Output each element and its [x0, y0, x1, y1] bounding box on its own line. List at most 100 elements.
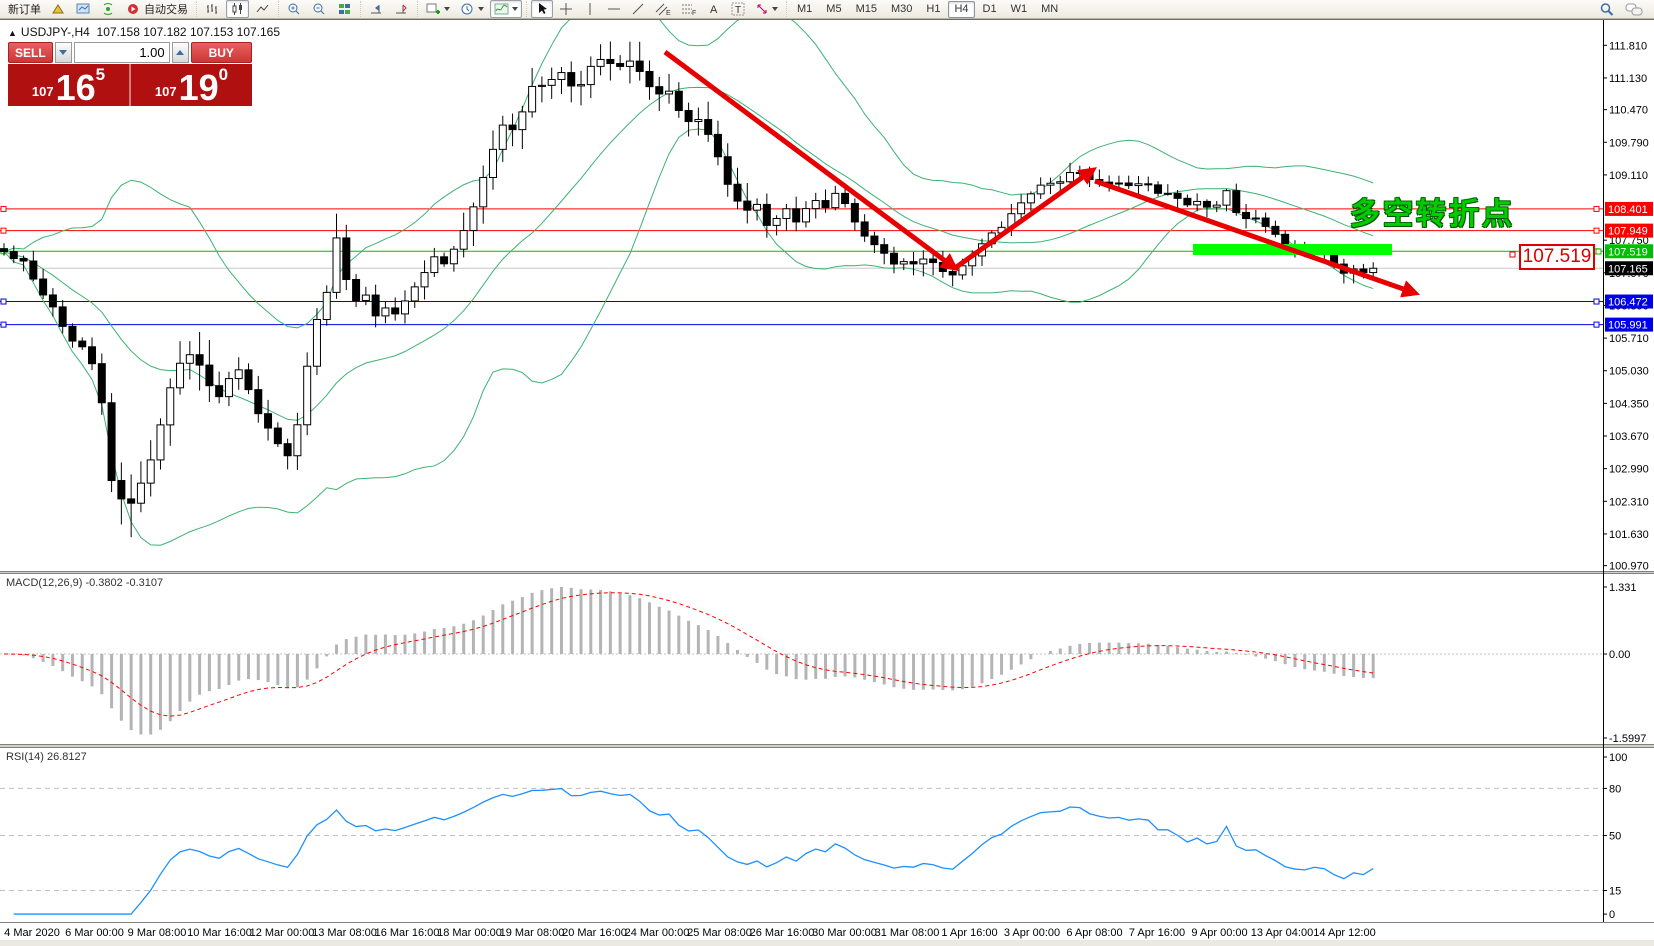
date-label: 4 Mar 2020	[4, 927, 60, 939]
callout-handle[interactable]	[1596, 249, 1601, 254]
chevron-down-icon	[512, 7, 518, 11]
timeframe-m30[interactable]: M30	[885, 1, 918, 18]
timeframe-m15[interactable]: M15	[850, 1, 883, 18]
candle-body	[196, 355, 203, 365]
price-tick-label: 101.630	[1609, 529, 1649, 541]
date-label: 16 Mar 16:00	[375, 927, 440, 939]
volume-input[interactable]	[74, 42, 170, 63]
candle-body	[333, 238, 340, 292]
sell-button[interactable]: SELL	[8, 42, 53, 63]
date-label: 13 Apr 04:00	[1251, 927, 1313, 939]
line-handle[interactable]	[1, 299, 6, 304]
search-icon[interactable]	[1595, 0, 1619, 18]
date-label: 9 Apr 00:00	[1191, 927, 1247, 939]
candle-body	[460, 231, 467, 250]
line-handle[interactable]	[1, 322, 6, 327]
macd-pane[interactable]	[0, 587, 1603, 734]
channel-tool-icon[interactable]: E	[651, 0, 675, 18]
signals-icon[interactable]	[97, 0, 120, 18]
candle-body	[255, 390, 262, 414]
fibonacci-tool-icon[interactable]: F	[677, 0, 701, 18]
tile-windows-icon[interactable]	[333, 0, 356, 18]
buy-price-display[interactable]: 107 19 0	[131, 64, 252, 106]
volume-decrease-button[interactable]	[55, 42, 72, 63]
timeframe-w1[interactable]: W1	[1005, 1, 1034, 18]
date-label: 6 Mar 00:00	[65, 927, 124, 939]
rsi-pane[interactable]	[0, 788, 1603, 914]
line-handle[interactable]	[1, 228, 6, 233]
cursor-tool-icon[interactable]	[531, 0, 553, 18]
auto-scroll-icon[interactable]	[365, 0, 388, 18]
trend-arrow[interactable]	[665, 52, 952, 266]
timeframe-h1[interactable]: H1	[920, 1, 946, 18]
text-tool-icon[interactable]: A	[703, 0, 725, 18]
candle-body	[392, 308, 399, 314]
candle-body	[1174, 193, 1181, 198]
depth-of-market-icon[interactable]	[47, 0, 70, 18]
price-callout-label[interactable]: 107.519	[1519, 244, 1595, 270]
chart-symbol-title: ▲USDJPY-,H4 107.158 107.182 107.153 107.…	[8, 25, 280, 39]
macd-indicator-label: MACD(12,26,9) -0.3802 -0.3107	[6, 577, 163, 589]
crosshair-tool-icon[interactable]	[555, 0, 577, 18]
zoom-in-icon[interactable]	[283, 0, 306, 18]
buy-button[interactable]: BUY	[191, 42, 253, 63]
line-chart-icon[interactable]	[251, 0, 274, 18]
toolbar-group-drawing: E F A T	[526, 1, 786, 17]
chart-surface[interactable]: 111.810111.130110.470109.790109.110107.7…	[0, 0, 1654, 946]
macd-tick-label: 0.00	[1609, 649, 1630, 661]
candle-body	[1, 249, 8, 252]
candles	[1, 41, 1377, 537]
price-badge-label: 107.519	[1608, 246, 1648, 258]
timeframe-d1[interactable]: D1	[977, 1, 1003, 18]
volume-increase-button[interactable]	[172, 42, 189, 63]
date-label: 1 Apr 16:00	[941, 927, 997, 939]
sell-price-display[interactable]: 107 16 5	[8, 64, 131, 106]
candle-body	[20, 258, 27, 261]
timeframe-h4[interactable]: H4	[948, 1, 974, 18]
candle-body	[206, 365, 213, 386]
candle-body	[157, 425, 164, 460]
turning-point-annotation[interactable]: 多空转折点	[1350, 189, 1515, 233]
text-label-tool-icon[interactable]: T	[727, 0, 749, 18]
collapse-triangle-icon[interactable]: ▲	[8, 28, 17, 38]
timeframe-mn[interactable]: MN	[1035, 1, 1064, 18]
date-axis[interactable]: 4 Mar 20206 Mar 00:009 Mar 08:0010 Mar 1…	[4, 927, 1376, 939]
new-order-button[interactable]: 新订单	[4, 0, 45, 18]
trendline-tool-icon[interactable]	[627, 0, 649, 18]
arrows-tool-button[interactable]	[751, 0, 782, 18]
line-handle[interactable]	[1, 206, 6, 211]
price-tick-label: 111.810	[1609, 40, 1647, 52]
candle-body	[1164, 193, 1171, 194]
price-axis[interactable]: 111.810111.130110.470109.790109.110107.7…	[1603, 40, 1653, 921]
indicator-profile-button[interactable]	[490, 0, 522, 18]
new-order-label: 新订单	[8, 1, 41, 17]
vertical-line-tool-icon[interactable]	[579, 0, 601, 18]
horizontal-line-tool-icon[interactable]	[603, 0, 625, 18]
bar-chart-icon[interactable]	[201, 0, 224, 18]
date-label: 7 Apr 16:00	[1129, 927, 1185, 939]
chart-shift-icon[interactable]	[390, 0, 413, 18]
line-handle[interactable]	[1594, 322, 1599, 327]
zoom-out-icon[interactable]	[308, 0, 331, 18]
timeframe-m1[interactable]: M1	[791, 1, 818, 18]
price-tick-label: 110.470	[1609, 105, 1648, 117]
line-handle[interactable]	[1594, 299, 1599, 304]
timeframe-clock-button[interactable]	[456, 0, 488, 18]
line-handle[interactable]	[1594, 206, 1599, 211]
toolbar-group-chart-type	[196, 1, 278, 17]
candle-body	[754, 204, 761, 210]
candlestick-chart-icon[interactable]	[226, 0, 249, 18]
candle-body	[401, 301, 408, 314]
candle-body	[1252, 218, 1259, 219]
price-tick-label: 103.670	[1609, 431, 1649, 443]
auto-trading-button[interactable]: 自动交易	[122, 0, 192, 18]
candle-body	[40, 279, 47, 295]
line-handle[interactable]	[1594, 228, 1599, 233]
chat-icon[interactable]	[1621, 0, 1647, 18]
candle-body	[890, 253, 897, 264]
callout-handle[interactable]	[1510, 252, 1515, 257]
add-indicator-button[interactable]	[422, 0, 454, 18]
timeframe-m5[interactable]: M5	[820, 1, 847, 18]
candle-body	[617, 64, 624, 67]
terminal-icon[interactable]	[72, 0, 95, 18]
